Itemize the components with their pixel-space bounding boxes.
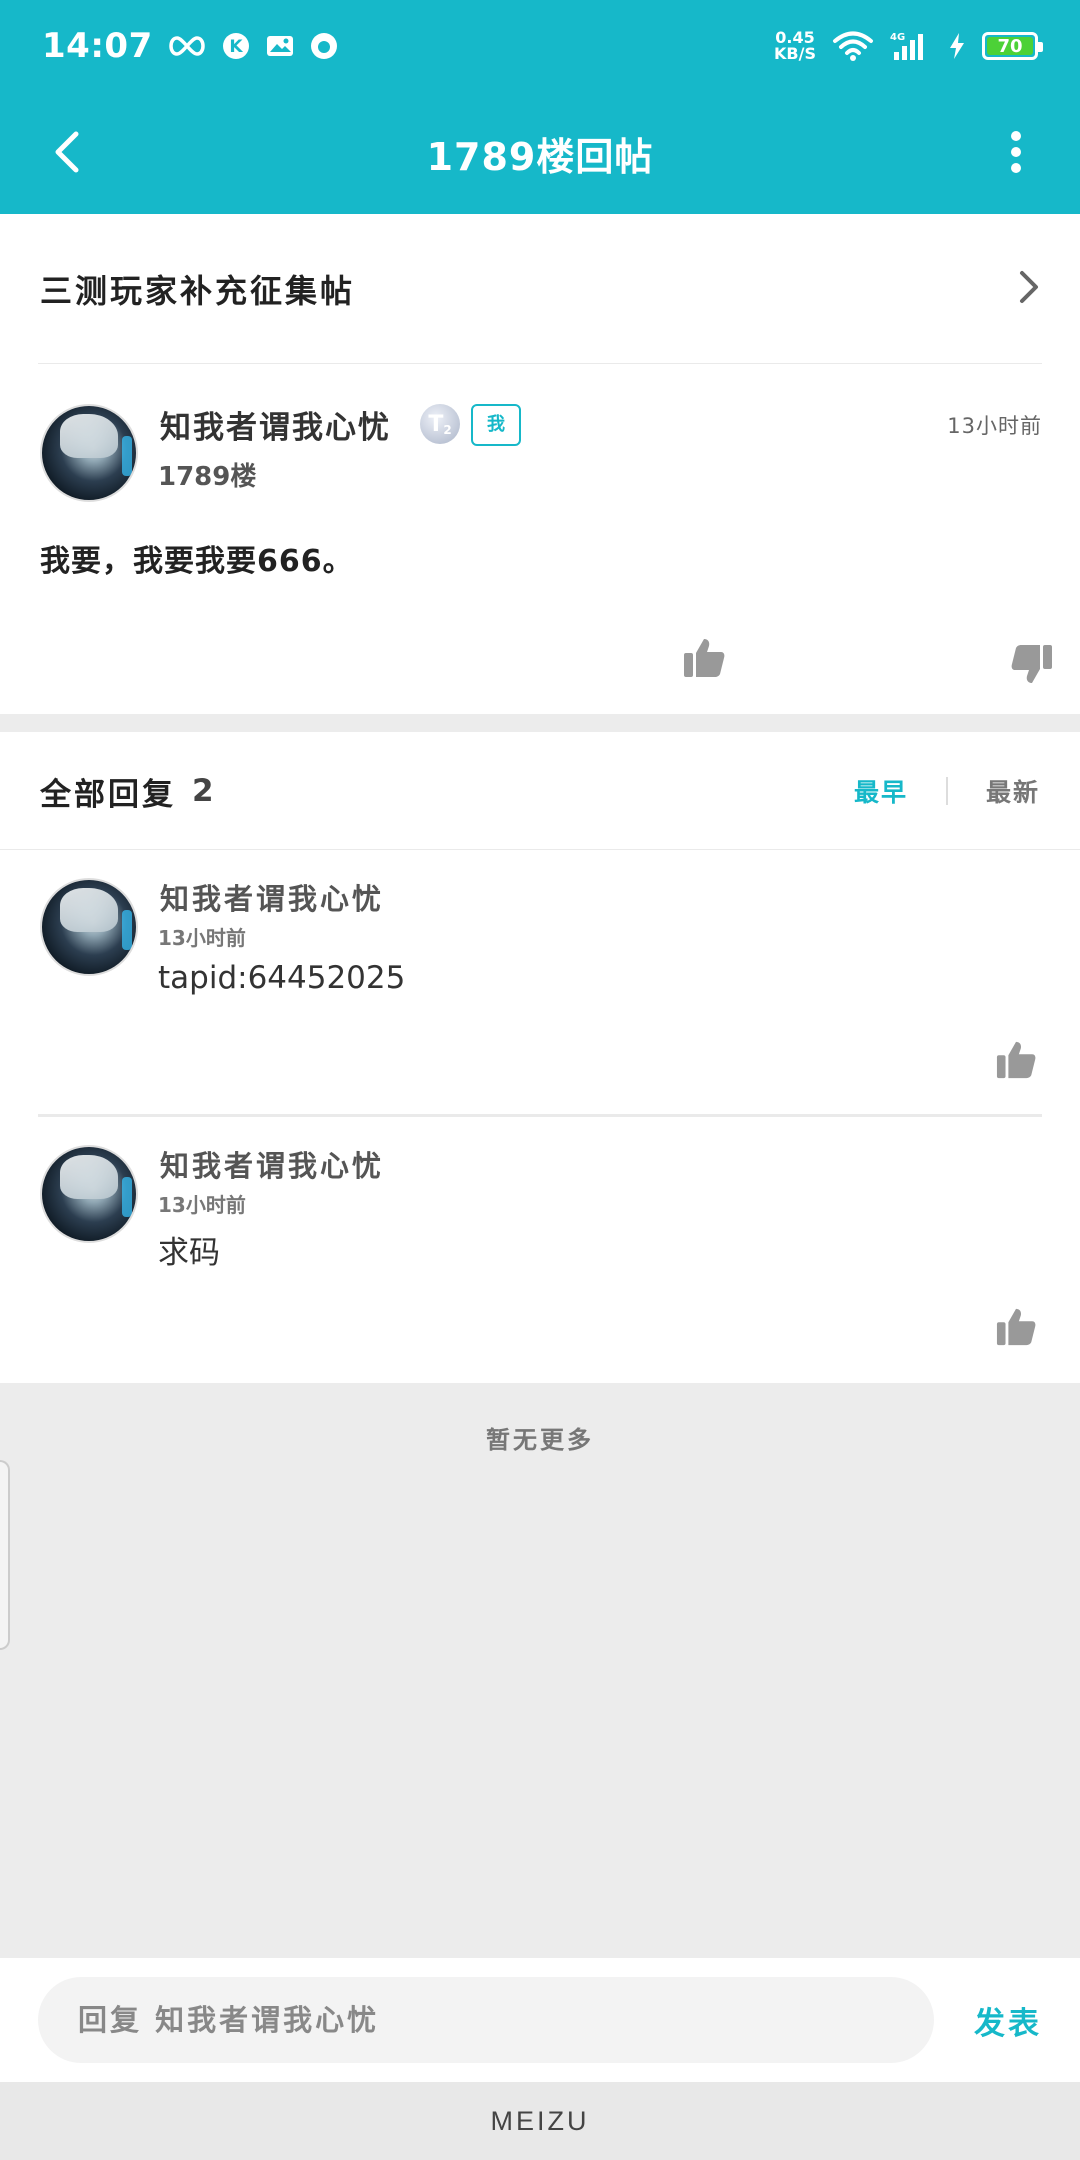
sort-latest-button[interactable]: 最新 (986, 773, 1040, 809)
navigation-bar: MEIZU (0, 2082, 1080, 2160)
brand-logo: MEIZU (490, 2105, 590, 2136)
status-time: 14:07 (42, 26, 153, 66)
publish-button[interactable]: 发表 (974, 1998, 1042, 2043)
post-floor: 1789楼 (158, 462, 257, 492)
reply-time: 13小时前 (158, 926, 246, 950)
battery-indicator: 70 (982, 32, 1043, 60)
infinity-icon (167, 34, 207, 58)
level-badge: T2 (420, 404, 460, 444)
post-author[interactable]: 知我者谓我心忧 (160, 402, 391, 447)
thumbs-down-icon (1011, 645, 1052, 683)
charging-icon (948, 32, 966, 60)
chevron-right-icon (1018, 269, 1040, 309)
app-bar: 1789楼回帖 (0, 92, 1080, 214)
leaf-icon (309, 31, 339, 61)
replies-header: 全部回复 2 最早 最新 (0, 732, 1080, 850)
sort-toggle: 最早 最新 (854, 773, 1040, 809)
dislike-button[interactable] (1002, 634, 1062, 694)
network-type: 4G (890, 32, 905, 43)
reply-bar: 发表 (0, 1958, 1080, 2082)
reply-time: 13小时前 (158, 1193, 246, 1217)
topic-title: 三测玩家补充征集帖 (40, 272, 356, 310)
status-bar: 14:07 K 0.45 KB/S 4G 70 (0, 0, 1080, 92)
page: 14:07 K 0.45 KB/S 4G 70 1789楼回帖 三测玩家补充征集… (0, 0, 1080, 2160)
reply-text: tapid:64452025 (158, 960, 406, 996)
thumbs-up-icon (684, 639, 725, 677)
thumbs-up-icon (996, 1308, 1036, 1346)
reply-input[interactable] (38, 1977, 934, 2063)
list-item[interactable]: 知我者谓我心忧 13小时前 tapid:64452025 (0, 850, 1080, 1116)
thumbs-up-icon (996, 1041, 1036, 1079)
avatar[interactable] (40, 1145, 138, 1243)
replies-list: 知我者谓我心忧 13小时前 tapid:64452025 知我者谓我心忧 13小… (0, 850, 1080, 1383)
like-button[interactable] (674, 628, 734, 688)
page-title: 1789楼回帖 (426, 134, 654, 179)
avatar[interactable] (40, 878, 138, 976)
topic-link[interactable]: 三测玩家补充征集帖 (0, 214, 1080, 364)
main-post: 知我者谓我心忧 T2 我 13小时前 1789楼 我要，我要我要666。 (0, 364, 1080, 714)
network-speed: 0.45 KB/S (774, 28, 816, 63)
back-button[interactable] (36, 122, 96, 182)
like-button[interactable] (986, 1297, 1046, 1357)
avatar[interactable] (40, 404, 138, 502)
like-button[interactable] (986, 1030, 1046, 1090)
side-drawer-handle[interactable] (0, 1460, 10, 1650)
back-arrow-icon (55, 131, 79, 173)
replies-label: 全部回复 (40, 776, 176, 813)
svg-text:K: K (229, 37, 243, 57)
signal-icon: 4G (890, 30, 932, 62)
reply-author[interactable]: 知我者谓我心忧 (160, 1143, 384, 1185)
k-icon: K (221, 31, 251, 61)
me-badge: 我 (471, 404, 521, 446)
post-content: 我要，我要我要666。 (40, 544, 354, 579)
replies-count: 2 (192, 773, 214, 809)
list-item[interactable]: 知我者谓我心忧 13小时前 求码 (0, 1117, 1080, 1383)
sort-earliest-button[interactable]: 最早 (854, 773, 908, 809)
no-more-text: 暂无更多 (486, 1426, 594, 1454)
more-vertical-icon (1011, 131, 1021, 173)
wifi-icon (832, 30, 874, 62)
more-menu-button[interactable] (996, 122, 1036, 182)
post-time: 13小时前 (947, 414, 1042, 438)
reply-text: 求码 (158, 1235, 220, 1271)
image-icon (265, 33, 295, 59)
sort-divider (945, 777, 948, 805)
reply-author[interactable]: 知我者谓我心忧 (160, 876, 384, 918)
